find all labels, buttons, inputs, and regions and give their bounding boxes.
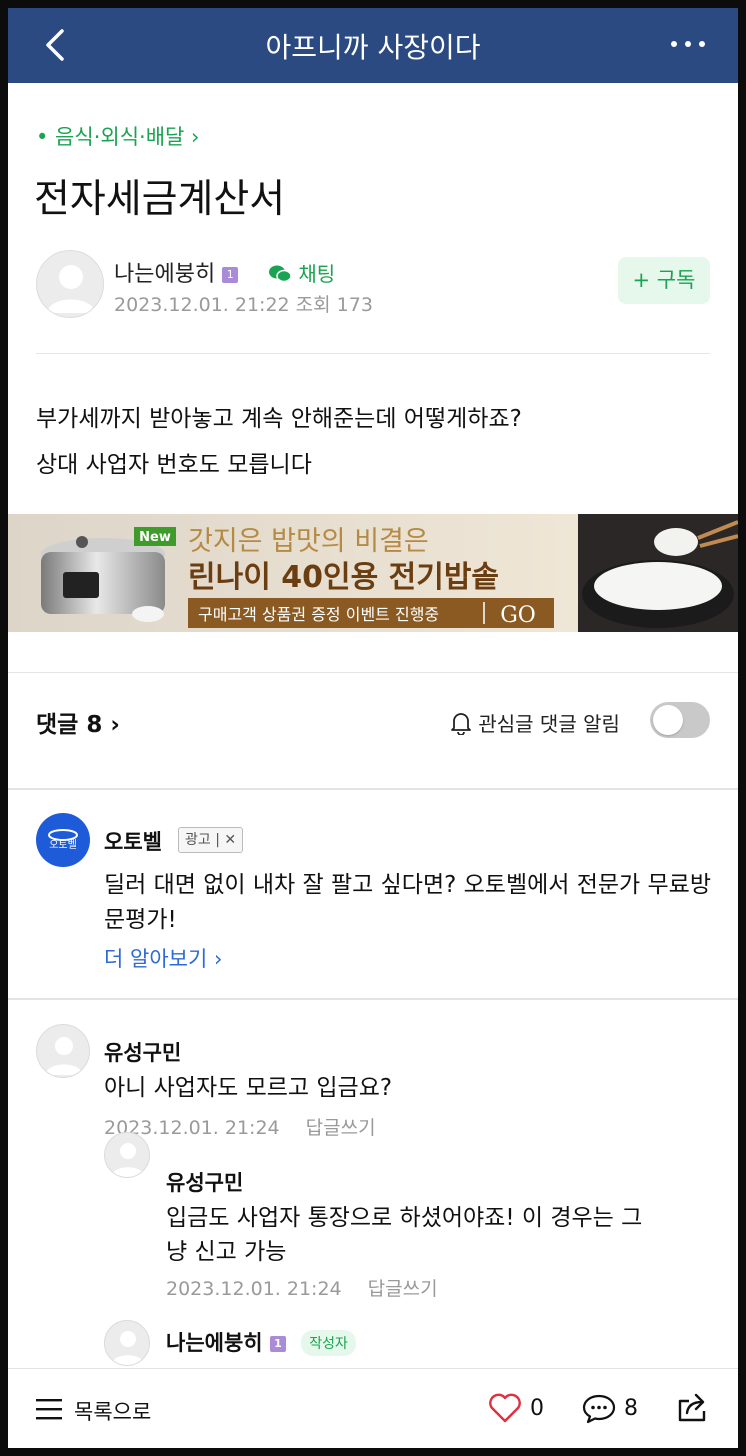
comment-alarm-toggle[interactable] (650, 702, 710, 738)
comment-alarm-label: 관심글 댓글 알림 (450, 708, 620, 737)
ad-text[interactable]: 딜러 대면 없이 내차 잘 팔고 싶다면? 오토벨에서 전문가 무료방문평가! (104, 868, 714, 938)
banner-line3: 구매고객 상품권 증정 이벤트 진행중 (198, 605, 439, 624)
default-avatar-icon (111, 1143, 145, 1177)
reply-button[interactable]: 답글쓰기 (306, 1117, 376, 1139)
default-avatar-icon (45, 1037, 83, 1075)
post-body-line: 부가세까지 받아놓고 계속 안해준는데 어떻게하죠? (36, 406, 522, 432)
chat-label: 채팅 (298, 262, 336, 286)
author-name-text: 나는에붕히 (114, 262, 216, 287)
ad-logo-text: 오토벨 (49, 839, 77, 851)
banner-line1: 갓지은 밥맛의 비결은 (188, 526, 429, 557)
post-title: 전자세금계산서 (34, 177, 286, 222)
comment-count: 8 (624, 1396, 638, 1421)
comment-author-text: 나는에붕히 (166, 1331, 263, 1355)
level-badge: 1 (222, 267, 239, 283)
share-icon[interactable] (676, 1391, 710, 1423)
banner-go: GO (500, 603, 536, 628)
author-name[interactable]: 나는에붕히 1 (114, 256, 239, 288)
new-badge: New (139, 530, 171, 545)
banner-line2: 린나이 40인용 전기밥솥 (188, 560, 499, 595)
divider (36, 353, 710, 354)
comment-author[interactable]: 유성구민 (166, 1167, 243, 1197)
comment-meta: 2023.12.01. 21:24 답글쓰기 (104, 1113, 376, 1140)
author-avatar[interactable] (36, 250, 104, 318)
comment-text-line: 입금도 사업자 통장으로 하셨어야죠! 이 경우는 그 (166, 1205, 643, 1231)
comment-alarm-text: 관심글 댓글 알림 (478, 712, 620, 736)
default-avatar-icon (47, 265, 95, 313)
post-meta: 2023.12.01. 21:22 조회 173 (114, 294, 373, 316)
heart-icon[interactable] (488, 1393, 522, 1423)
commenter-avatar[interactable] (104, 1320, 150, 1366)
ad-tag[interactable]: 광고 | ✕ (178, 827, 244, 853)
ad-learn-more-link[interactable]: 더 알아보기 › (104, 943, 222, 973)
autobell-logo-icon: 오토벨 (48, 829, 78, 851)
divider (8, 672, 738, 673)
chat-bubble-icon (269, 265, 292, 283)
toggle-knob (653, 705, 683, 735)
ad-name[interactable]: 오토벨 (104, 826, 162, 856)
page-title: 아프니까 사장이다 (265, 31, 481, 64)
comment-text: 아니 사업자도 모르고 입금요? (104, 1075, 393, 1101)
comment-author[interactable]: 유성구민 (104, 1037, 181, 1067)
writer-badge: 작성자 (301, 1330, 356, 1356)
comment-text: 입금도 사업자 통장으로 하셨어야죠! 이 경우는 그 냥 신고 가능 (166, 1201, 642, 1269)
category-link[interactable]: • 음식·외식·배달 › (36, 121, 199, 151)
reply-button[interactable]: 답글쓰기 (368, 1278, 438, 1300)
bell-icon (451, 713, 471, 736)
banner-graphic: New 갓지은 밥맛의 비결은 린나이 40인용 전기밥솥 구매고객 상품권 증… (8, 514, 738, 632)
comment-time: 2023.12.01. 21:24 (166, 1278, 342, 1300)
section-divider (8, 788, 738, 790)
app-frame: 아프니까 사장이다 • 음식·외식·배달 › 전자세금계산서 나는에붕히 1 채… (8, 8, 738, 1448)
commenter-avatar[interactable] (104, 1132, 150, 1178)
banner-ad[interactable]: New 갓지은 밥맛의 비결은 린나이 40인용 전기밥솥 구매고객 상품권 증… (8, 514, 738, 632)
top-bar: 아프니까 사장이다 (8, 8, 738, 83)
section-divider (8, 998, 738, 1000)
comment-text-line: 냥 신고 가능 (166, 1239, 287, 1265)
commenter-avatar[interactable] (36, 1024, 90, 1078)
ad-logo[interactable]: 오토벨 (36, 813, 90, 867)
level-badge: 1 (269, 1336, 286, 1352)
like-count: 0 (530, 1396, 544, 1421)
post-body-line: 상대 사업자 번호도 모릅니다 (36, 452, 312, 478)
list-menu-icon[interactable] (36, 1398, 62, 1420)
comment-icon[interactable] (582, 1393, 616, 1425)
more-options-icon[interactable] (670, 34, 706, 54)
post-body: 부가세까지 받아놓고 계속 안해준는데 어떻게하죠? 상대 사업자 번호도 모릅… (36, 396, 522, 488)
subscribe-button[interactable]: + 구독 (618, 257, 710, 304)
comments-count-link[interactable]: 댓글 8 › (36, 705, 120, 739)
default-avatar-icon (111, 1331, 145, 1365)
comment-author[interactable]: 나는에붕히 1 작성자 (166, 1327, 356, 1357)
back-to-list-button[interactable]: 목록으로 (74, 1396, 151, 1426)
comment-meta: 2023.12.01. 21:24 답글쓰기 (166, 1274, 438, 1301)
bottom-bar: 목록으로 0 8 (8, 1368, 738, 1448)
chat-button[interactable]: 채팅 (268, 258, 335, 287)
